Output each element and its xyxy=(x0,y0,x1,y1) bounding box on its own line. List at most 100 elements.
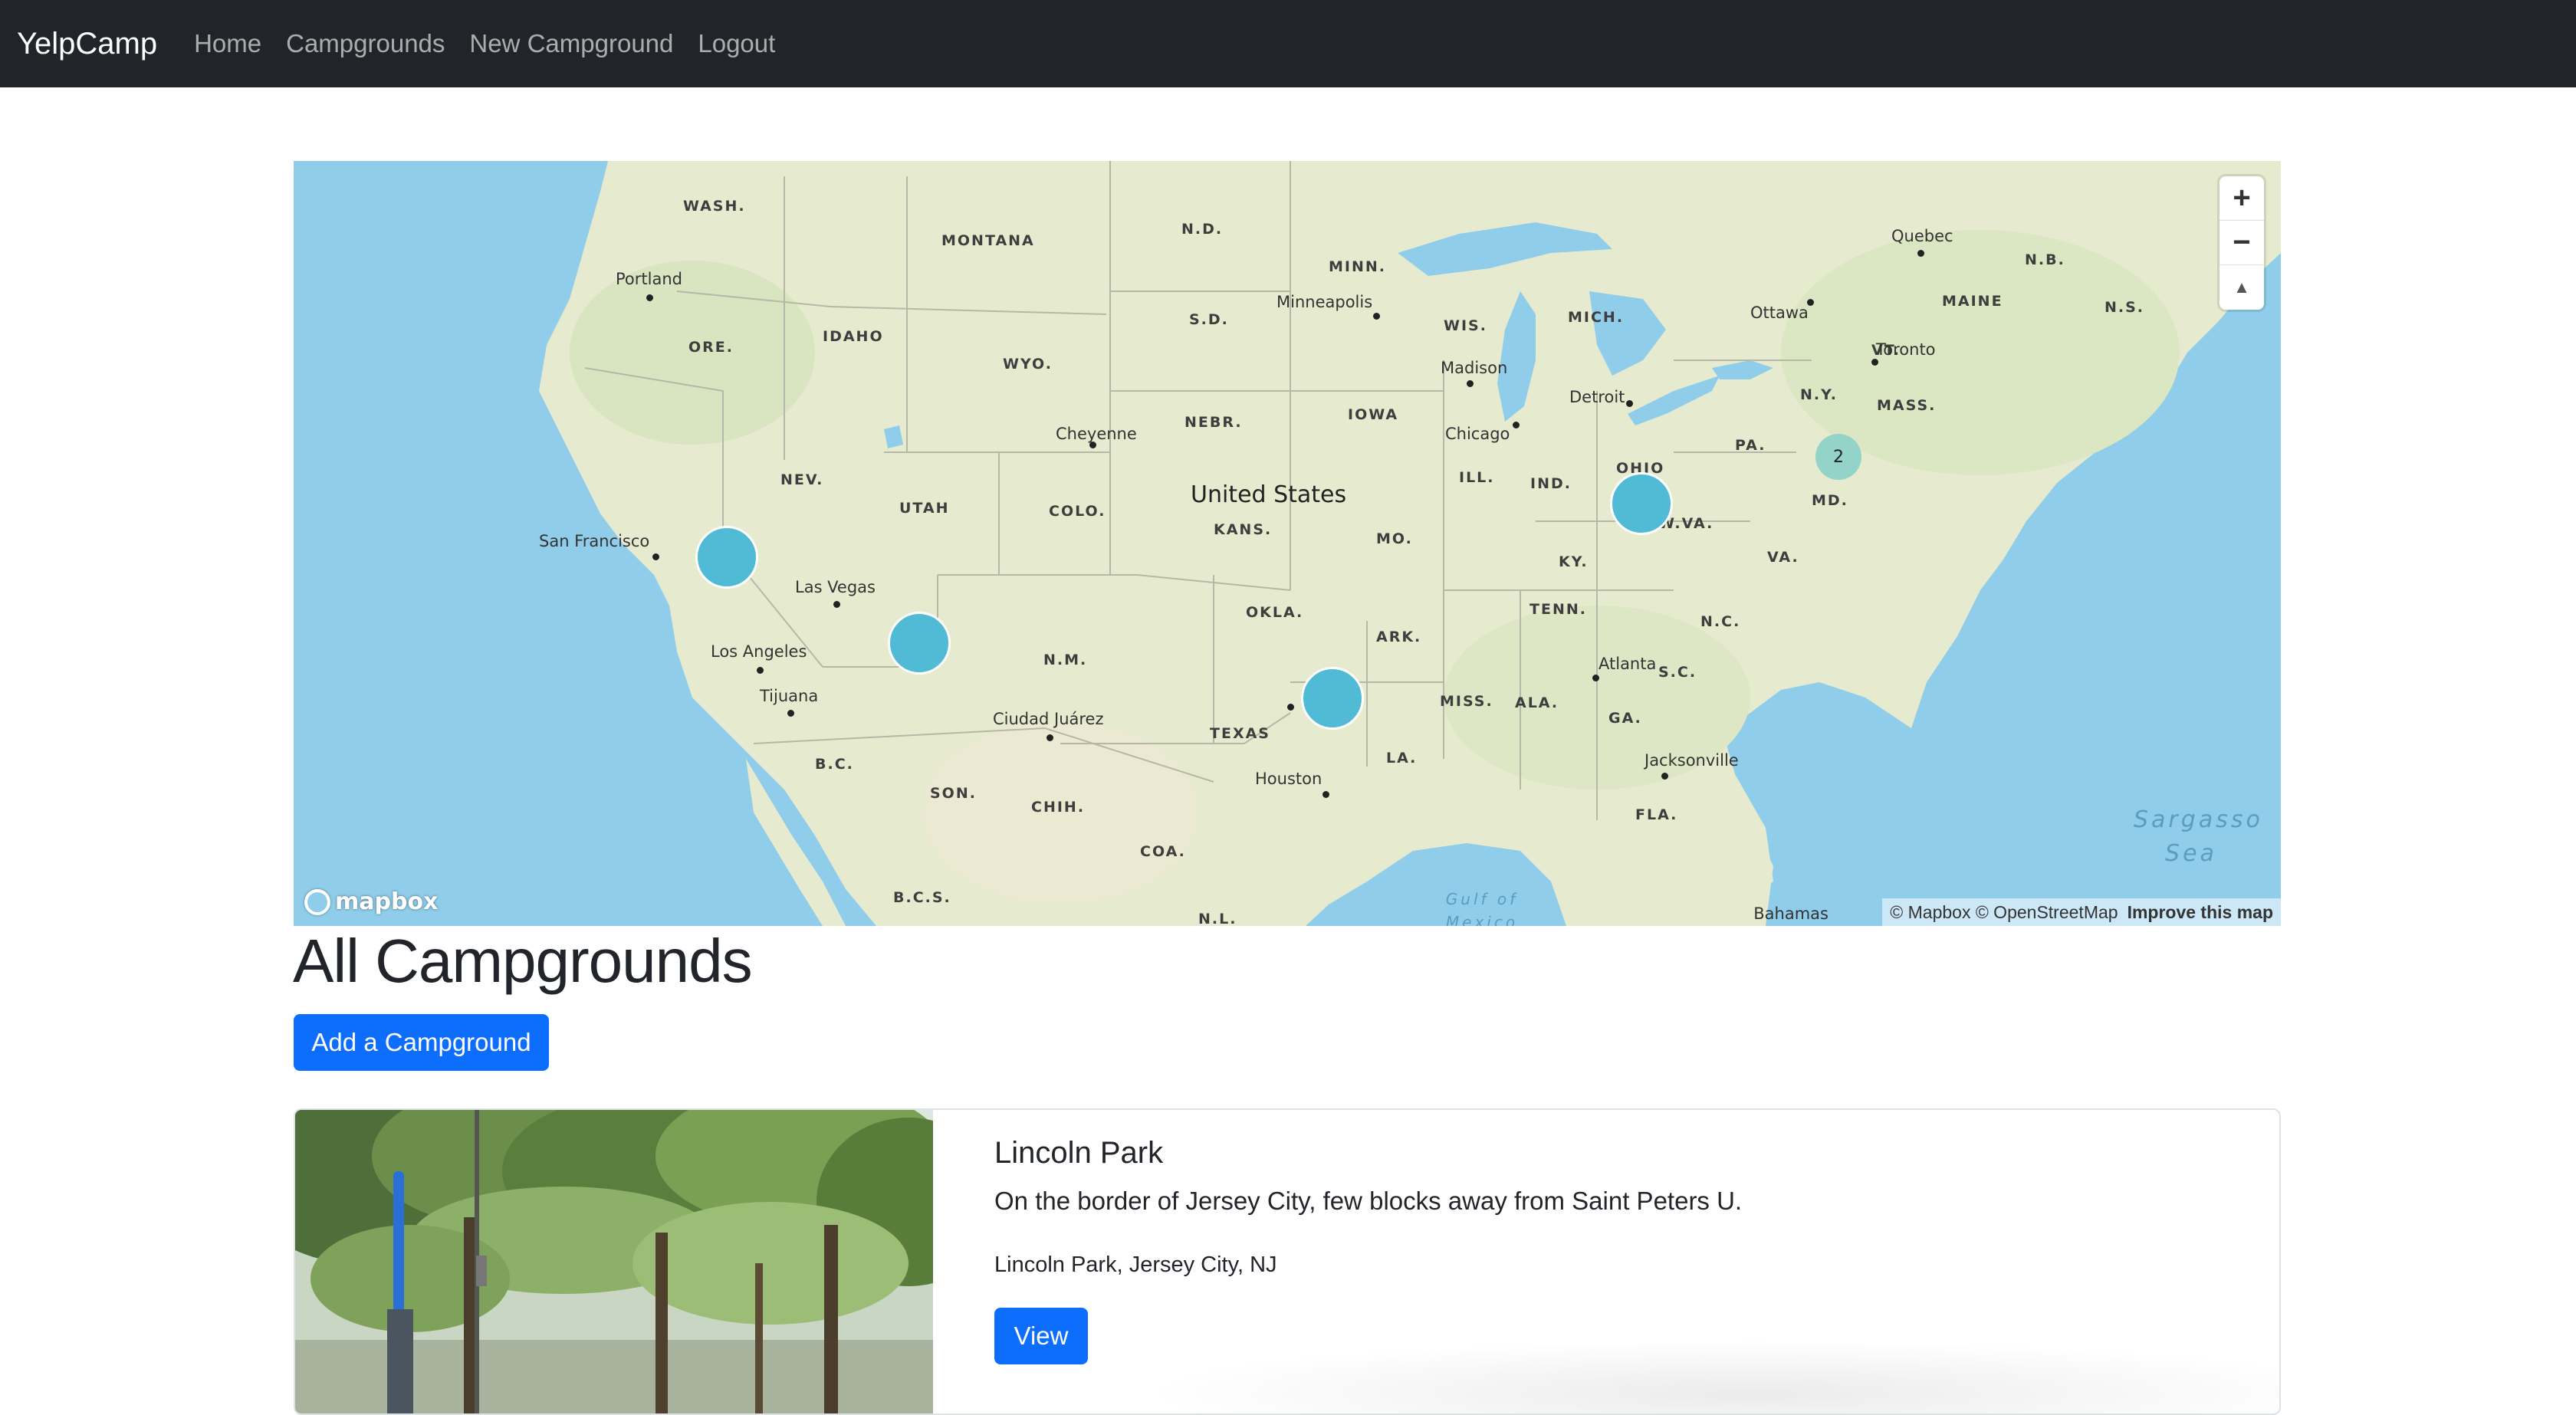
city-label: Los Angeles xyxy=(711,642,807,661)
map-state-label: WYO. xyxy=(1003,356,1053,373)
map-state-label: S.D. xyxy=(1189,311,1229,328)
map-state-label: WIS. xyxy=(1444,317,1487,334)
map-state-label: PA. xyxy=(1735,437,1766,454)
map-state-label: VA. xyxy=(1767,549,1799,566)
map-state-label: ARK. xyxy=(1376,629,1422,645)
city-label: Detroit xyxy=(1569,388,1625,406)
city-label: Chicago xyxy=(1445,425,1510,443)
map-state-label: COA. xyxy=(1140,843,1186,860)
map-state-label: IOWA xyxy=(1348,406,1399,423)
campground-description: On the border of Jersey City, few blocks… xyxy=(994,1187,1743,1215)
mapbox-logo-icon xyxy=(304,888,330,915)
map-state-label: IDAHO xyxy=(823,328,884,345)
water-label-gulf: Gulf of Mexico xyxy=(1445,890,1519,926)
navbar: YelpCamp Home Campgrounds New Campground… xyxy=(0,0,2576,87)
map-state-label: N.M. xyxy=(1043,652,1088,668)
campground-location: Lincoln Park, Jersey City, NJ xyxy=(994,1252,1277,1277)
city-label: Ciudad Juárez xyxy=(993,710,1104,728)
campground-image xyxy=(295,1110,933,1413)
map-cluster-count-marker[interactable]: 2 xyxy=(1815,434,1861,480)
city-label: Las Vegas xyxy=(795,578,876,596)
map-state-label: NEV. xyxy=(780,471,824,488)
city-dot xyxy=(646,294,653,301)
city-dot xyxy=(1871,359,1878,366)
map-state-label: N.D. xyxy=(1181,221,1224,238)
city-label: Houston xyxy=(1255,770,1322,788)
map-state-label: UTAH xyxy=(899,500,950,517)
map-state-label: KANS. xyxy=(1214,521,1273,538)
mapbox-logo[interactable]: mapbox xyxy=(304,888,438,915)
map-state-label: COLO. xyxy=(1049,503,1106,520)
city-dot xyxy=(652,553,659,560)
map-state-label: N.L. xyxy=(1198,911,1237,926)
city-dot xyxy=(1661,773,1668,780)
map-state-label: FLA. xyxy=(1635,806,1678,823)
map-state-label: WASH. xyxy=(683,198,746,215)
map-state-label: IND. xyxy=(1530,475,1572,492)
park-photo xyxy=(295,1110,933,1413)
map-state-label: SON. xyxy=(930,785,977,802)
map-state-label: MONTANA xyxy=(941,232,1035,249)
map-state-label: B.C. xyxy=(815,756,854,773)
nav-links: Home Campgrounds New Campground Logout xyxy=(177,29,783,58)
improve-map-link[interactable]: Improve this map xyxy=(2128,902,2273,923)
nav-link-home[interactable]: Home xyxy=(194,29,261,58)
city-label: San Francisco xyxy=(539,532,650,550)
map-state-label: MINN. xyxy=(1329,258,1386,275)
map-state-label: ILL. xyxy=(1459,469,1495,486)
brand-link[interactable]: YelpCamp xyxy=(17,27,157,61)
city-label: Toronto xyxy=(1876,340,1936,359)
city-label: Tijuana xyxy=(760,687,819,705)
page-title: All Campgrounds xyxy=(293,927,753,995)
compass-icon[interactable]: ▲ xyxy=(2220,265,2264,310)
city-label: Cheyenne xyxy=(1056,425,1137,443)
map-state-label: MAINE xyxy=(1942,293,2003,310)
city-dot xyxy=(1626,400,1633,407)
city-dot xyxy=(1592,675,1599,681)
map-state-label: S.C. xyxy=(1658,664,1697,681)
map-state-label: NEBR. xyxy=(1184,414,1243,431)
cluster-map[interactable]: WASH. MONTANA N.D. MINN. ORE. IDAHO S.D.… xyxy=(294,161,2281,926)
city-dot xyxy=(1917,250,1924,257)
map-attribution: © Mapbox © OpenStreetMap Improve this ma… xyxy=(1882,898,2281,926)
city-label: Quebec xyxy=(1891,227,1953,245)
map-state-label: N.S. xyxy=(2104,299,2145,316)
city-label: Atlanta xyxy=(1598,655,1657,673)
map-state-label: ALA. xyxy=(1515,694,1559,711)
city-dot xyxy=(787,710,794,717)
bahamas-label: Bahamas xyxy=(1753,904,1829,923)
map-state-label: MISS. xyxy=(1440,693,1493,710)
city-dot xyxy=(1467,380,1474,387)
map-state-label: GA. xyxy=(1608,710,1642,727)
city-dot xyxy=(833,601,840,608)
card-shadow xyxy=(1138,1340,2279,1413)
city-dot xyxy=(1322,791,1329,798)
map-cluster-marker[interactable] xyxy=(888,612,951,675)
nav-link-new-campground[interactable]: New Campground xyxy=(469,29,673,58)
map-state-label: N.Y. xyxy=(1800,386,1838,403)
map-cluster-marker[interactable] xyxy=(1301,667,1364,730)
view-campground-button[interactable]: View xyxy=(994,1308,1088,1364)
map-state-label: MASS. xyxy=(1877,397,1937,414)
water-label-sargasso: Sargasso Sea xyxy=(2134,806,2263,867)
map-cluster-marker[interactable] xyxy=(1610,472,1673,535)
city-label: Ottawa xyxy=(1750,304,1809,322)
map-state-label: TENN. xyxy=(1530,601,1587,618)
attribution-text[interactable]: © Mapbox © OpenStreetMap xyxy=(1890,902,2118,923)
campground-card: Lincoln Park On the border of Jersey Cit… xyxy=(294,1108,2281,1415)
map-state-label: CHIH. xyxy=(1031,799,1086,816)
zoom-in-button[interactable]: + xyxy=(2220,176,2264,221)
nav-link-campgrounds[interactable]: Campgrounds xyxy=(286,29,445,58)
map-cluster-marker[interactable] xyxy=(695,526,758,589)
nav-link-logout[interactable]: Logout xyxy=(698,29,775,58)
map-state-label: LA. xyxy=(1386,750,1418,767)
city-label: Minneapolis xyxy=(1276,293,1373,311)
map-state-label: MD. xyxy=(1812,492,1848,509)
add-campground-button[interactable]: Add a Campground xyxy=(294,1014,549,1071)
city-dot xyxy=(757,667,764,674)
zoom-out-button[interactable]: − xyxy=(2220,221,2264,265)
mapbox-logo-text: mapbox xyxy=(335,888,439,915)
map-state-label: N.B. xyxy=(2025,251,2065,268)
city-dot xyxy=(1513,422,1520,428)
map-state-label: OKLA. xyxy=(1246,604,1304,621)
